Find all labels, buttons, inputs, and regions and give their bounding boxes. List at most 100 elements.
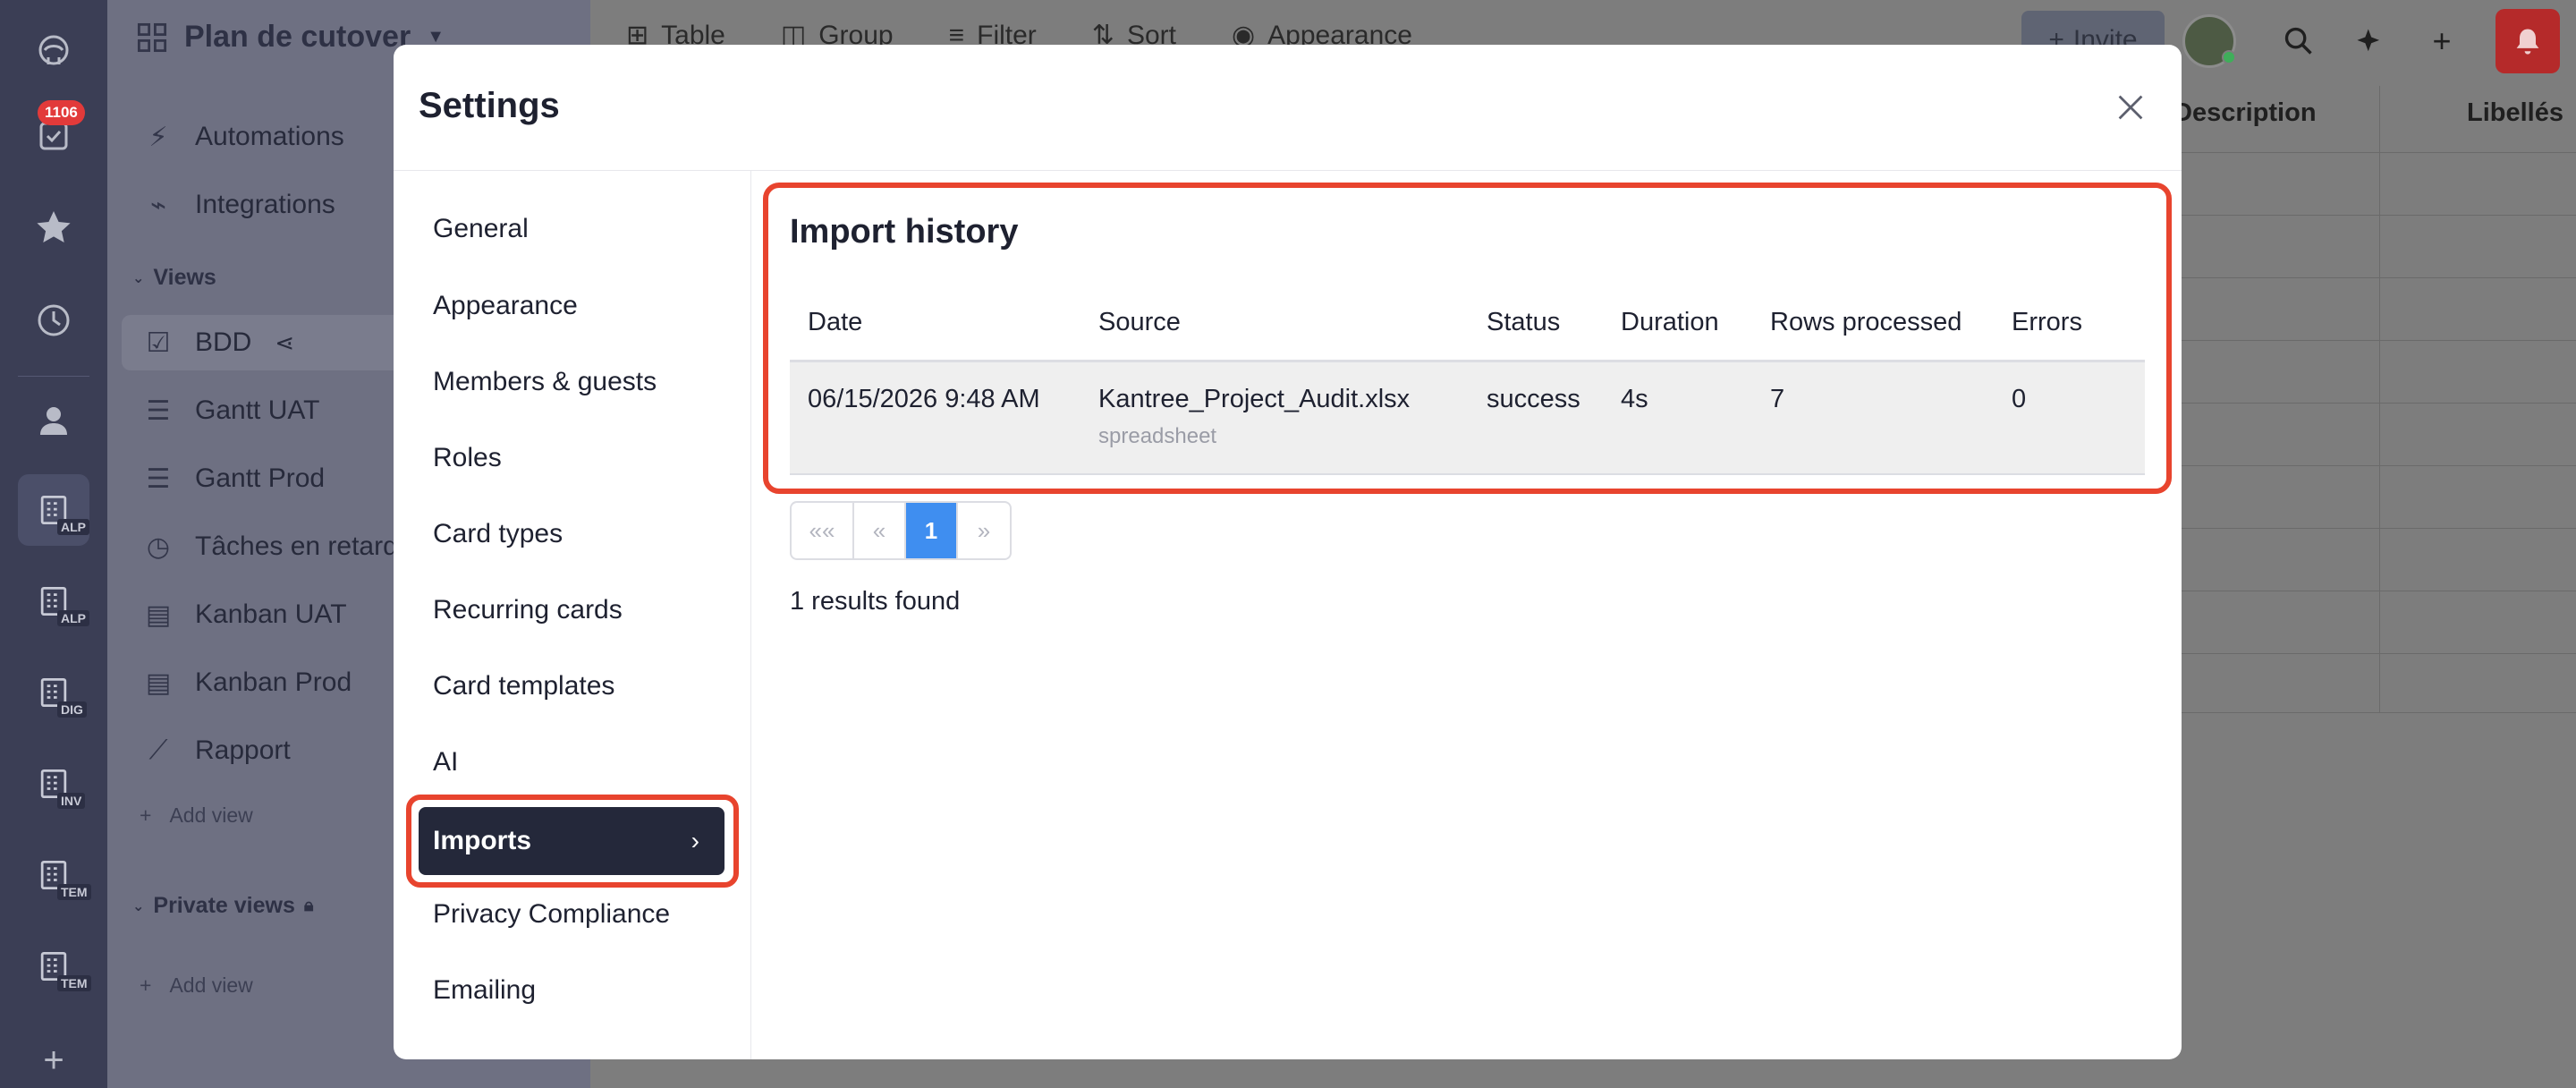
close-icon[interactable] [2107,84,2154,131]
add-private-view-button[interactable]: + Add view [140,973,253,998]
pagination: «« « 1 » [790,501,1012,560]
lock-icon: 🔒︎ [303,896,314,915]
settings-modal: Settings General Appearance Members & gu… [394,45,2182,1059]
board-tag: INV [57,793,86,809]
views-section-header[interactable]: ⌄ Views [132,265,216,291]
sidebar-item-label: BDD [195,327,252,357]
chevron-right-icon: › [691,827,699,854]
cell-date: 06/15/2026 9:48 AM [808,385,1040,413]
chevron-down-icon: ⌄ [132,270,145,286]
board-icon-alp-active[interactable]: ALP [18,474,89,546]
add-view-label: Add view [169,803,253,827]
plus-icon: + [140,803,152,827]
modal-divider [394,170,2182,171]
search-icon[interactable] [2272,14,2326,68]
settings-nav-members-guests[interactable]: Members & guests [433,361,657,404]
settings-nav-appearance[interactable]: Appearance [433,285,578,327]
cell-duration: 4s [1621,385,1648,413]
sidebar-item-label: Rapport [195,735,291,765]
private-views-section-header[interactable]: ⌄ Private views 🔒︎ [132,893,313,919]
pagination-first-button[interactable]: «« [792,503,854,558]
bell-icon[interactable] [2496,9,2560,73]
recent-clock-icon[interactable] [18,285,89,356]
sidebar-item-label: Kanban UAT [195,599,347,629]
settings-nav-emailing[interactable]: Emailing [433,969,536,1012]
pagination-prev-button[interactable]: « [854,503,906,558]
settings-nav-imports[interactable]: Imports › [419,807,724,875]
app-rail: 1106 ALP ALP DIG INV TEM TEM + [0,0,107,1088]
sidebar-item-label: Gantt UAT [195,395,320,425]
table-header-date: Date [808,308,863,336]
grid-divider [2165,528,2576,529]
add-icon[interactable]: + [2415,14,2469,68]
cell-source-type: spreadsheet [1098,424,1217,448]
settings-nav-card-types[interactable]: Card types [433,513,563,556]
grid-divider [2165,340,2576,341]
board-icon-tem[interactable]: TEM [18,931,91,1002]
table-header-status: Status [1487,308,1561,336]
board-tag: ALP [57,519,89,535]
table-header-rows-processed: Rows processed [1770,308,1962,336]
board-tag: TEM [57,975,91,991]
plus-icon: + [140,973,152,997]
grid-divider [2379,86,2380,712]
table-header-errors: Errors [2012,308,2082,336]
kantree-logo-icon[interactable] [18,16,89,88]
pagination-page-1[interactable]: 1 [906,503,958,558]
favorites-star-icon[interactable] [18,191,89,263]
checkbox-icon: ☑ [146,327,171,358]
kanban-icon: ▤ [145,599,172,630]
notification-count-badge: 1106 [38,100,85,125]
settings-nav-card-templates[interactable]: Card templates [433,665,614,708]
grid-divider [2165,712,2576,713]
lightning-icon: ⚡ [148,122,168,152]
board-icon-dig[interactable]: DIG [18,657,89,728]
gantt-icon: ☰ [146,463,171,494]
board-icon-inv[interactable]: INV [18,748,89,820]
gantt-icon: ☰ [146,395,171,426]
board-tag: DIG [57,701,87,718]
clock-icon: ◷ [146,531,171,562]
sidebar-item-label: Gantt Prod [195,463,326,493]
settings-nav-roles[interactable]: Roles [433,437,502,480]
ai-sparkle-icon[interactable] [2343,14,2397,68]
user-icon[interactable] [18,385,89,456]
column-header-description[interactable]: Description [2174,98,2317,128]
board-icon-tem[interactable]: TEM [18,839,91,911]
plug-icon: ⌁ [149,190,167,220]
settings-nav-label: Imports [433,826,532,855]
settings-nav-general[interactable]: General [433,208,529,251]
pagination-next-button[interactable]: » [958,503,1010,558]
cell-status: success [1487,385,1580,413]
rail-divider [18,376,89,377]
board-icon-alp[interactable]: ALP [18,565,89,637]
add-board-button[interactable]: + [18,1024,89,1088]
section-label: Views [153,265,216,290]
table-header-duration: Duration [1621,308,1719,336]
share-icon[interactable]: ⋖ [275,329,294,357]
chevron-down-icon: ⌄ [132,898,145,914]
column-header-libelles[interactable]: Libellés [2467,98,2563,128]
cell-source: Kantree_Project_Audit.xlsx [1098,385,1411,413]
board-tag: TEM [57,884,91,900]
settings-nav-ai[interactable]: AI [433,741,458,784]
cell-rows-processed: 7 [1770,385,1785,413]
grid-divider [2165,653,2576,654]
settings-nav-privacy-compliance[interactable]: Privacy Compliance [433,893,670,936]
table-header-source: Source [1098,308,1181,336]
kanban-icon: ▤ [145,667,172,698]
table-row[interactable] [790,362,2145,475]
chart-line-icon: ⟋ [148,735,168,765]
sidebar-item-label: Automations [195,122,344,151]
modal-nav-divider [750,170,751,1059]
results-count: 1 results found [790,587,961,616]
grid-divider [2165,403,2576,404]
sidebar-item-label: Kanban Prod [195,667,352,697]
add-view-button[interactable]: + Add view [140,803,253,828]
section-label: Private views [153,893,295,918]
settings-nav-recurring-cards[interactable]: Recurring cards [433,589,623,632]
modal-title: Settings [419,86,560,125]
sidebar-item-label: Tâches en retard [195,531,398,561]
project-title-text: Plan de cutover [184,20,411,54]
grid-icon [137,22,167,52]
